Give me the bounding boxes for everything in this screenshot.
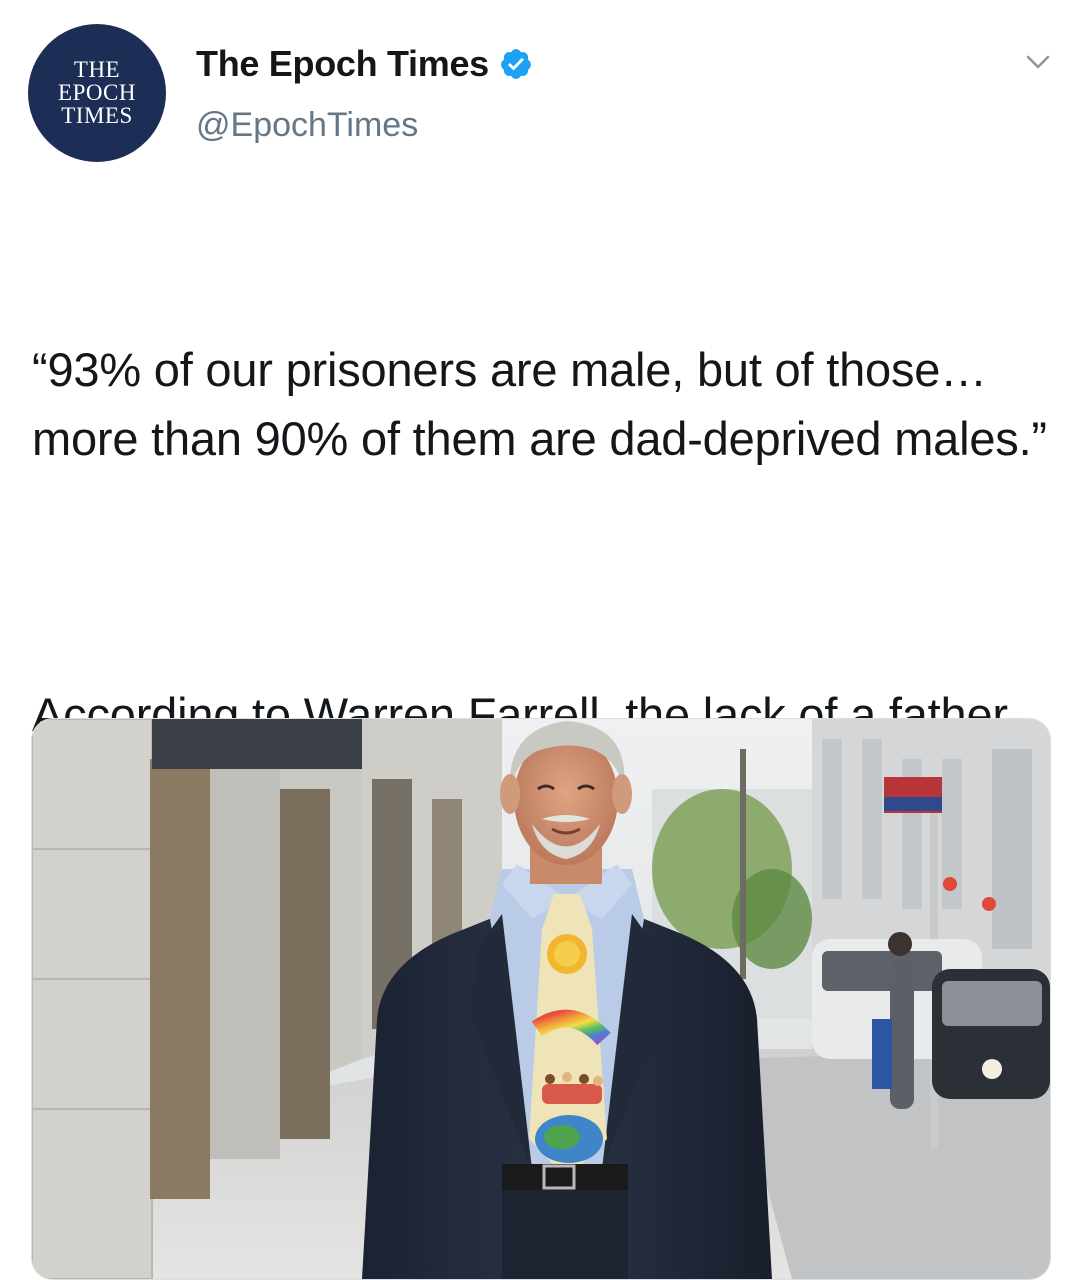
display-name[interactable]: The Epoch Times: [196, 43, 489, 85]
epoch-times-logo: THE EPOCH TIMES: [58, 56, 136, 128]
author-handle[interactable]: @EpochTimes: [196, 106, 418, 145]
chevron-down-icon[interactable]: [1022, 46, 1054, 78]
photo-illustration: [32, 719, 1050, 1279]
tweet-card: THE EPOCH TIMES The Epoch Times @EpochTi…: [0, 0, 1080, 1280]
tweet-photo[interactable]: [31, 718, 1051, 1280]
author-name-row: The Epoch Times: [196, 42, 533, 86]
verified-badge-icon: [499, 47, 533, 81]
avatar[interactable]: THE EPOCH TIMES: [28, 24, 166, 162]
tweet-text-paragraph-1: “93% of our prisoners are male, but of t…: [32, 343, 1047, 465]
